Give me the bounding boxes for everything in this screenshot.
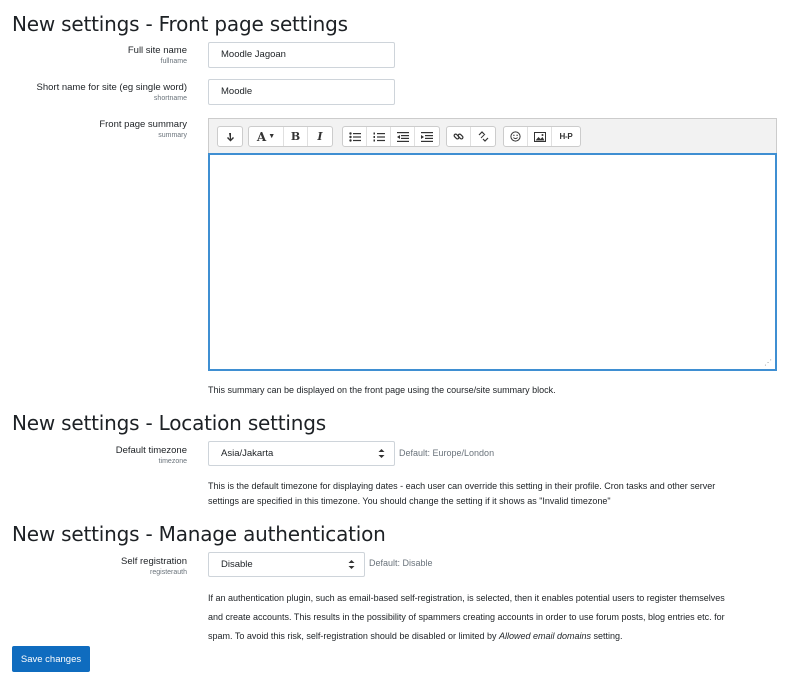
registerauth-default: Default: Disable <box>369 558 433 568</box>
shortname-key: shortname <box>153 95 187 102</box>
section-title-front-page: New settings - Front page settings <box>12 12 348 36</box>
ordered-list-icon[interactable] <box>367 127 391 146</box>
timezone-label: Default timezone <box>115 445 187 456</box>
section-title-authentication: New settings - Manage authentication <box>12 522 386 546</box>
summary-editor: A ▼ B I H-P ⋰ <box>208 118 777 371</box>
fullname-label-group: Full site name fullname <box>7 45 187 65</box>
summary-description: This summary can be displayed on the fro… <box>208 385 556 395</box>
toolbar-group-insert: H-P <box>503 126 581 147</box>
font-style-glyph: A <box>256 129 267 144</box>
timezone-select[interactable]: Asia/Jakarta <box>208 441 395 466</box>
unordered-list-icon[interactable] <box>343 127 367 146</box>
resize-handle-icon[interactable]: ⋰ <box>764 358 772 367</box>
fullname-key: fullname <box>160 58 187 65</box>
shortname-label: Short name for site (eg single word) <box>36 82 187 93</box>
toolbar-group-lists <box>342 126 440 147</box>
timezone-default: Default: Europe/London <box>399 448 495 458</box>
toolbar-group-style: A ▼ B I <box>248 126 333 147</box>
registerauth-description-line-2: and create accounts. This results in the… <box>208 612 725 622</box>
timezone-label-group: Default timezone timezone <box>7 445 187 465</box>
summary-textarea[interactable]: ⋰ <box>208 153 777 371</box>
registerauth-description-line-1: If an authentication plugin, such as ema… <box>208 593 725 603</box>
registerauth-description-text-b: setting. <box>591 631 623 641</box>
registerauth-label-group: Self registration registerauth <box>7 556 187 576</box>
registerauth-select[interactable]: Disable <box>208 552 365 577</box>
timezone-description-line-2: settings are specified in this timezone.… <box>208 496 611 506</box>
chevron-down-icon: ▼ <box>268 133 276 140</box>
summary-label: Front page summary <box>99 119 187 130</box>
h5p-icon[interactable]: H-P <box>552 127 580 146</box>
registerauth-selected-value: Disable <box>221 559 253 570</box>
registerauth-key: registerauth <box>150 569 187 576</box>
select-arrows-icon <box>378 442 385 465</box>
emoticon-icon[interactable] <box>504 127 528 146</box>
toolbar-group-collapse <box>217 126 243 147</box>
h5p-glyph: H-P <box>559 132 573 141</box>
link-icon[interactable] <box>447 127 471 146</box>
timezone-description: This is the default timezone for display… <box>208 479 715 509</box>
shortname-input[interactable]: Moodle <box>208 79 395 105</box>
registerauth-description-line-3: spam. To avoid this risk, self-registrat… <box>208 627 725 646</box>
save-changes-button[interactable]: Save changes <box>12 646 90 672</box>
outdent-icon[interactable] <box>391 127 415 146</box>
indent-icon[interactable] <box>415 127 439 146</box>
summary-key: summary <box>158 132 187 139</box>
timezone-selected-value: Asia/Jakarta <box>221 448 274 459</box>
font-style-icon[interactable]: A ▼ <box>249 127 284 146</box>
editor-toolbar: A ▼ B I H-P <box>208 118 777 153</box>
registerauth-description-text-a: spam. To avoid this risk, self-registrat… <box>208 631 499 641</box>
unlink-icon[interactable] <box>471 127 495 146</box>
summary-label-group: Front page summary summary <box>7 119 187 139</box>
allowed-email-domains-text: Allowed email domains <box>498 631 592 641</box>
timezone-key: timezone <box>158 458 187 465</box>
select-arrows-icon <box>348 553 355 576</box>
bold-glyph: B <box>290 130 301 143</box>
bold-icon[interactable]: B <box>284 127 308 146</box>
registerauth-label: Self registration <box>120 556 187 567</box>
timezone-description-line-1: This is the default timezone for display… <box>208 481 716 491</box>
image-icon[interactable] <box>528 127 552 146</box>
registerauth-description: If an authentication plugin, such as ema… <box>208 589 725 646</box>
italic-icon[interactable]: I <box>308 127 332 146</box>
collapse-icon[interactable] <box>218 127 242 146</box>
fullname-input[interactable]: Moodle Jagoan <box>208 42 395 68</box>
shortname-label-group: Short name for site (eg single word) sho… <box>7 82 187 102</box>
section-title-location: New settings - Location settings <box>12 411 326 435</box>
toolbar-group-links <box>446 126 496 147</box>
italic-glyph: I <box>317 130 323 143</box>
fullname-label: Full site name <box>127 45 187 56</box>
